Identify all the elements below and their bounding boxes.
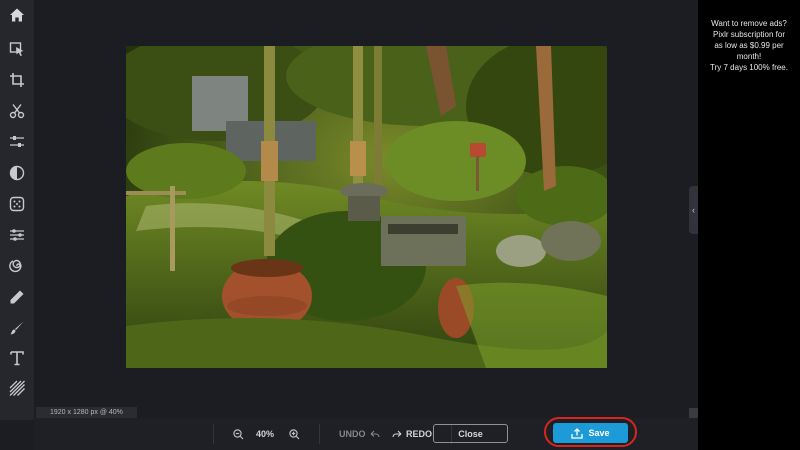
draw-icon[interactable]	[0, 282, 34, 312]
liquify-icon[interactable]	[0, 251, 34, 281]
retouch-icon[interactable]	[0, 220, 34, 250]
text-icon[interactable]	[0, 343, 34, 373]
cut-icon[interactable]	[0, 96, 34, 126]
zoom-in-button[interactable]	[289, 418, 300, 450]
zoom-out-button[interactable]	[233, 418, 244, 450]
zoom-in-icon	[289, 428, 300, 439]
divider	[319, 424, 320, 444]
divider	[213, 424, 214, 444]
save-highlight-ring	[544, 417, 637, 447]
redo-label: REDO	[406, 429, 433, 439]
close-button[interactable]: Close	[433, 424, 508, 443]
zoom-value[interactable]: 40%	[256, 418, 274, 450]
redo-icon	[392, 430, 402, 438]
scroll-corner	[689, 408, 698, 418]
undo-icon	[370, 430, 380, 438]
pattern-icon[interactable]	[0, 373, 34, 403]
zoom-out-icon	[233, 428, 244, 439]
effect-icon[interactable]	[0, 189, 34, 219]
home-icon[interactable]	[0, 0, 34, 30]
garden-photo[interactable]	[106, 26, 646, 368]
crop-icon[interactable]	[0, 65, 34, 95]
chevron-left-icon: ‹	[692, 205, 695, 215]
filter-icon[interactable]	[0, 158, 34, 188]
undo-button[interactable]: UNDO	[339, 418, 380, 450]
panel-collapse-button[interactable]: ‹	[689, 186, 698, 234]
ad-panel: Want to remove ads? Pixlr subscription f…	[698, 0, 800, 450]
redo-button[interactable]: REDO	[392, 418, 432, 450]
left-toolbar	[0, 0, 34, 420]
ad-text[interactable]: Want to remove ads? Pixlr subscription f…	[702, 18, 796, 73]
brush-icon[interactable]	[0, 313, 34, 343]
undo-label: UNDO	[339, 429, 366, 439]
select-icon[interactable]	[0, 34, 34, 64]
adjust-icon[interactable]	[0, 127, 34, 157]
